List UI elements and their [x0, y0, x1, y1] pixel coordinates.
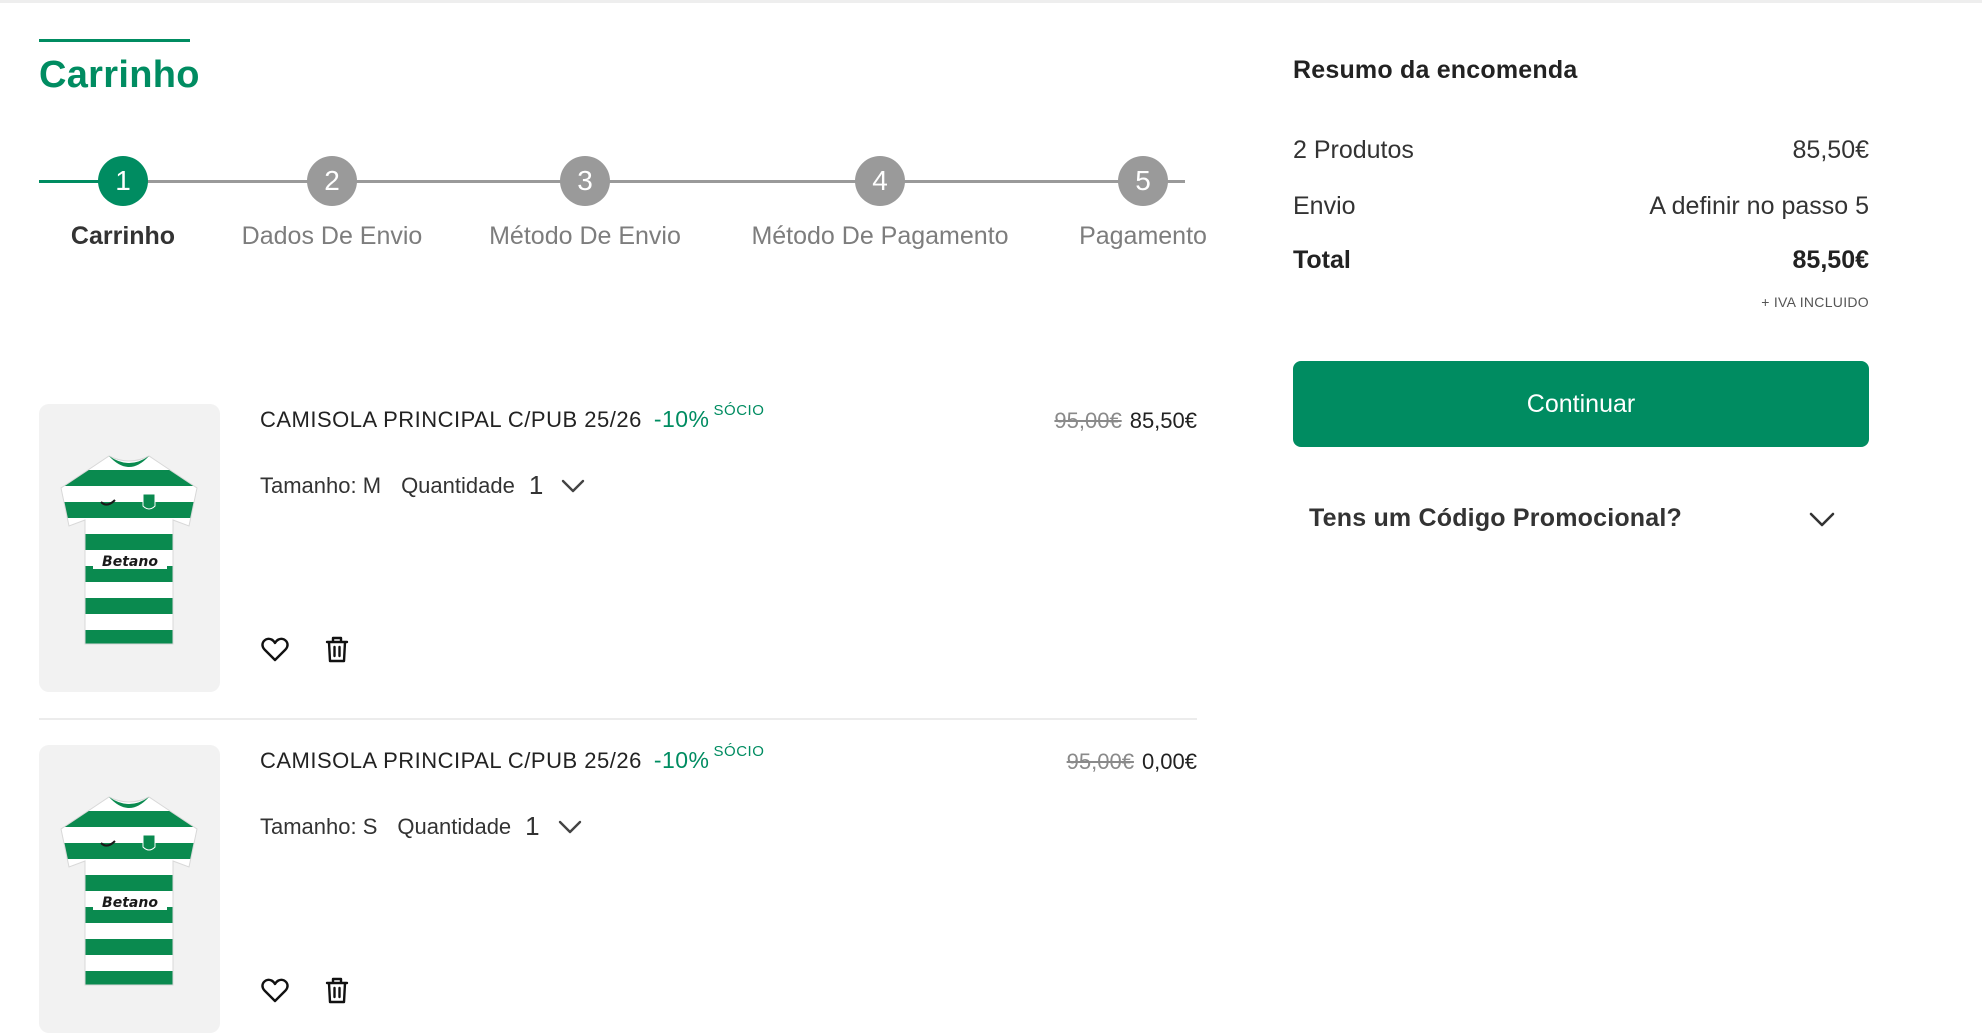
summary-title: Resumo da encomenda — [1293, 56, 1578, 84]
step-number: 1 — [98, 156, 148, 206]
cart-item: CAMISOLA PRINCIPAL C/PUB 25/26 -10% SÓCIO … — [39, 743, 1197, 1034]
product-prices: 95,00€ 85,50€ — [1054, 408, 1197, 434]
product-name[interactable]: CAMISOLA PRINCIPAL C/PUB 25/26 — [260, 407, 642, 432]
order-summary: Resumo da encomenda 2 Produtos 85,50€ En… — [1293, 56, 1869, 532]
summary-total-row: Total 85,50€ — [1293, 246, 1869, 275]
size-label: Tamanho: M — [260, 472, 382, 498]
size-label: Tamanho: S — [260, 813, 378, 839]
shipping-label: Envio — [1293, 192, 1356, 220]
product-options: Tamanho: S Quantidade 1 — [260, 811, 582, 842]
item-actions — [260, 634, 352, 664]
shipping-value: A definir no passo 5 — [1649, 192, 1869, 220]
jersey-image — [39, 404, 220, 692]
product-prices: 95,00€ 0,00€ — [1067, 749, 1197, 775]
quantity-select[interactable]: 1 — [529, 470, 585, 501]
jersey-image — [39, 745, 220, 1033]
products-value: 85,50€ — [1792, 136, 1869, 164]
product-image[interactable] — [39, 745, 220, 1033]
discount-badge: -10% — [653, 747, 710, 773]
step-number: 5 — [1118, 156, 1168, 206]
quantity-value: 1 — [528, 470, 544, 500]
product-name[interactable]: CAMISOLA PRINCIPAL C/PUB 25/26 — [260, 748, 642, 773]
stepper-line-pending — [123, 180, 1185, 183]
old-price: 95,00€ — [1066, 749, 1134, 774]
old-price: 95,00€ — [1054, 408, 1122, 433]
title-accent-bar — [39, 39, 190, 42]
product-name-line: CAMISOLA PRINCIPAL C/PUB 25/26 -10% SÓCIO — [260, 743, 764, 774]
summary-shipping-row: Envio A definir no passo 5 — [1293, 192, 1869, 221]
summary-products-row: 2 Produtos 85,50€ — [1293, 136, 1869, 165]
continue-button[interactable]: Continuar — [1293, 361, 1869, 447]
item-actions — [260, 975, 352, 1005]
quantity-label: Quantidade — [401, 472, 515, 498]
total-label: Total — [1293, 246, 1351, 274]
step-number: 4 — [855, 156, 905, 206]
current-price: 85,50€ — [1129, 408, 1197, 433]
product-name-line: CAMISOLA PRINCIPAL C/PUB 25/26 -10% SÓCIO — [260, 402, 764, 433]
chevron-down-icon — [562, 479, 585, 492]
chevron-down-icon — [1809, 512, 1835, 527]
trash-icon[interactable] — [322, 634, 352, 664]
top-divider — [0, 0, 1982, 3]
total-value: 85,50€ — [1792, 246, 1869, 274]
quantity-select[interactable]: 1 — [525, 811, 581, 842]
promo-code-label: Tens um Código Promocional? — [1309, 504, 1683, 532]
checkout-stepper: 1 Carrinho 2 Dados De Envio 3 Método De … — [39, 156, 1209, 256]
discount-badge: -10% — [653, 406, 710, 432]
product-image[interactable] — [39, 404, 220, 692]
item-divider — [39, 718, 1197, 720]
products-label: 2 Produtos — [1293, 136, 1414, 164]
page-title: Carrinho — [39, 54, 200, 96]
step-label: Pagamento — [1079, 222, 1207, 250]
trash-icon[interactable] — [322, 975, 352, 1005]
member-label: SÓCIO — [713, 402, 765, 419]
promo-code-toggle[interactable]: Tens um Código Promocional? — [1293, 496, 1869, 544]
cart-item: CAMISOLA PRINCIPAL C/PUB 25/26 -10% SÓCIO … — [39, 402, 1197, 704]
step-number: 3 — [560, 156, 610, 206]
chevron-down-icon — [558, 820, 581, 833]
quantity-value: 1 — [525, 811, 540, 841]
member-label: SÓCIO — [713, 743, 765, 760]
product-options: Tamanho: M Quantidade 1 — [260, 470, 585, 501]
step-number: 2 — [307, 156, 357, 206]
page-header: Carrinho — [39, 39, 200, 97]
current-price: 0,00€ — [1141, 749, 1197, 774]
heart-icon[interactable] — [260, 634, 290, 664]
quantity-label: Quantidade — [397, 813, 512, 839]
tax-note: + IVA INCLUIDO — [1761, 294, 1869, 310]
heart-icon[interactable] — [260, 975, 290, 1005]
